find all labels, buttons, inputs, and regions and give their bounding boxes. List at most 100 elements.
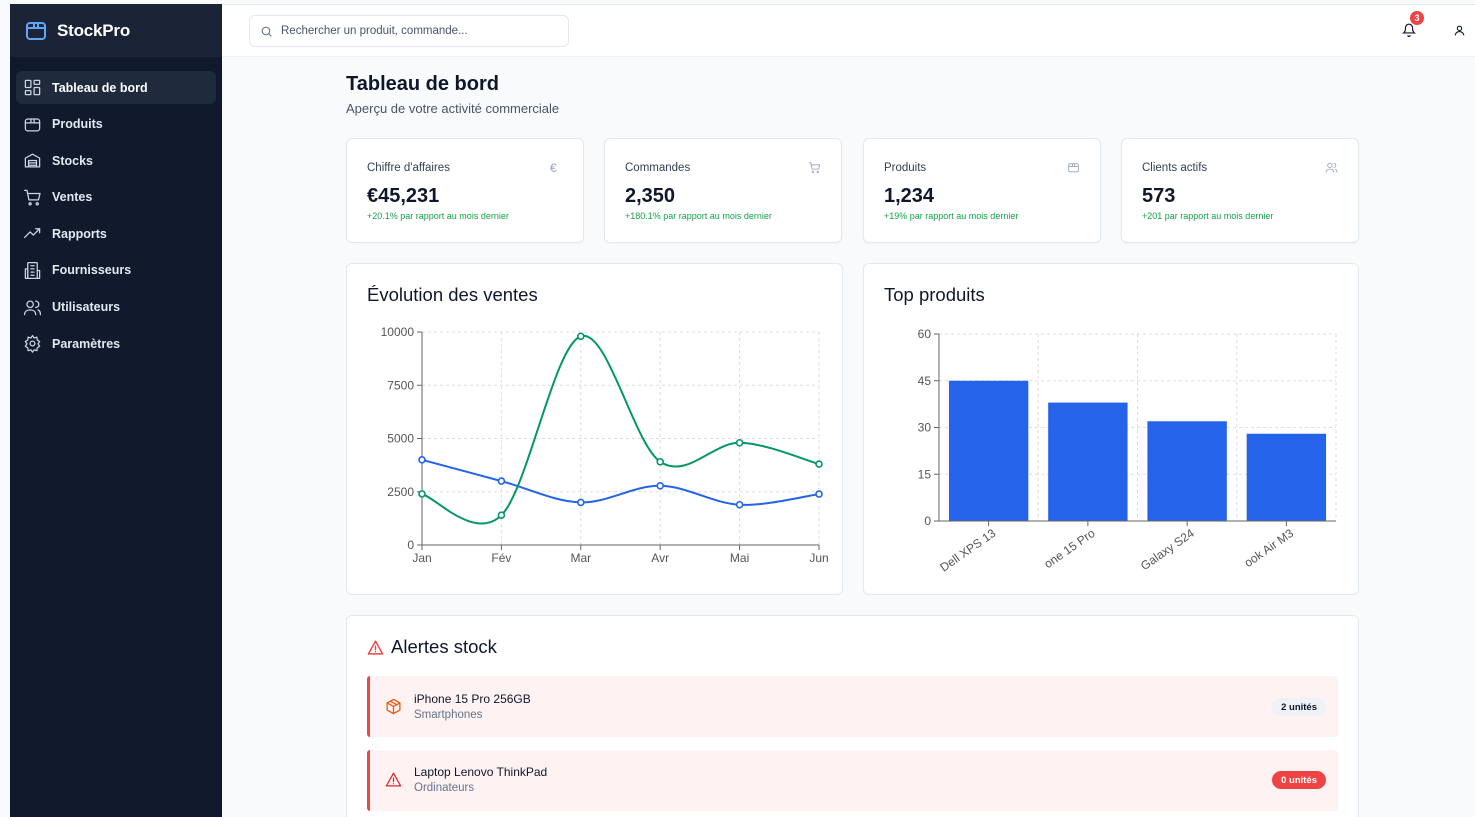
data-point	[577, 332, 585, 341]
package-logo-icon	[26, 21, 46, 40]
users-icon	[1325, 161, 1338, 174]
stock-quantity-badge: 2 unités	[1272, 698, 1326, 716]
euro-icon: €	[550, 161, 557, 175]
trending-up-icon	[23, 228, 41, 239]
x-tick-label: Jun	[809, 551, 828, 565]
stock-alert-item[interactable]: Laptop Lenovo ThinkPad Ordinateurs 0 uni…	[367, 750, 1338, 811]
sidebar-item-reports[interactable]: Rapports	[16, 217, 216, 250]
sidebar-item-label: Produits	[52, 117, 103, 132]
search-icon	[261, 26, 272, 37]
sidebar-item-label: Paramètres	[52, 336, 121, 351]
data-point	[656, 457, 665, 466]
sidebar-nav: Tableau de bord Produits Stocks Ventes R…	[10, 57, 222, 360]
stock-alerts-title: Alertes stock	[391, 636, 497, 657]
stat-value: 1,234	[884, 185, 935, 207]
series-line-1	[421, 335, 820, 525]
top-products-bar-chart: 0 15 30 45 60 Dell XPS 13 one 15 Pro Galaxy S24…	[918, 327, 1337, 575]
stat-label: Chiffre d'affaires	[367, 162, 450, 174]
y-tick-label: 5000	[387, 432, 414, 446]
warehouse-icon	[24, 153, 41, 168]
sidebar-item-label: Fournisseurs	[52, 263, 132, 278]
sidebar-item-label: Utilisateurs	[52, 300, 121, 315]
x-tick-label: Jan	[412, 551, 431, 565]
package-icon	[24, 117, 41, 132]
cart-icon	[23, 189, 41, 206]
bar	[1147, 421, 1227, 521]
stock-alerts-panel: Alertes stock iPhone 15 Pro 256GB Smartp…	[346, 615, 1359, 817]
data-point	[815, 490, 823, 498]
users-icon	[23, 300, 42, 315]
data-point	[815, 460, 823, 468]
sidebar-item-label: Tableau de bord	[52, 80, 148, 95]
notification-count-badge: 3	[1410, 11, 1424, 25]
stock-quantity-badge: 0 unités	[1272, 771, 1326, 789]
topbar: 3	[222, 4, 1475, 57]
sidebar-item-stocks[interactable]: Stocks	[16, 144, 216, 177]
brand[interactable]: StockPro	[10, 4, 222, 57]
app-name: StockPro	[57, 20, 131, 40]
y-tick-label: 60	[918, 327, 932, 341]
top-products-panel: Top produits 0 15 30 45 60 Dell XPS 13 one 15 …	[863, 263, 1359, 595]
x-tick-label: Fév	[491, 551, 511, 565]
x-tick-label: Mai	[730, 551, 749, 565]
sales-chart-panel: Évolution des ventes Jan Fév Mar Avr Mai Jun 0…	[346, 263, 843, 595]
sidebar-item-settings[interactable]: Paramètres	[16, 327, 216, 360]
stat-label: Clients actifs	[1142, 162, 1208, 174]
x-tick-label: Galaxy S24	[1138, 526, 1197, 573]
sidebar-item-users[interactable]: Utilisateurs	[16, 291, 216, 324]
user-icon	[1454, 25, 1465, 36]
search-input[interactable]	[281, 25, 551, 37]
alert-product-category: Ordinateurs	[414, 782, 475, 794]
sidebar-item-label: Stocks	[52, 153, 93, 168]
y-tick-label: 45	[918, 374, 932, 388]
page-title: Tableau de bord	[346, 73, 499, 95]
gear-icon	[24, 335, 41, 353]
sidebar-item-products[interactable]: Produits	[16, 108, 216, 141]
stat-value: 573	[1142, 185, 1176, 207]
x-tick-label: one 15 Pro	[1041, 526, 1097, 571]
sidebar-item-label: Ventes	[52, 190, 93, 205]
stat-label: Commandes	[625, 162, 691, 174]
sidebar-item-suppliers[interactable]: Fournisseurs	[16, 254, 216, 287]
building-icon	[24, 261, 41, 280]
sidebar-item-sales[interactable]: Ventes	[16, 181, 216, 214]
alert-product-name: iPhone 15 Pro 256GB	[414, 692, 531, 706]
notifications-button[interactable]: 3	[1401, 11, 1424, 39]
warning-icon	[385, 771, 402, 788]
data-point	[418, 490, 426, 498]
stat-change: +19% par rapport au mois dernier	[884, 211, 1019, 221]
bar	[1246, 433, 1327, 521]
y-tick-label: 30	[918, 421, 932, 435]
warning-icon	[367, 639, 384, 655]
y-tick-label: 15	[918, 467, 932, 481]
sidebar-item-dashboard[interactable]: Tableau de bord	[16, 71, 216, 104]
data-point	[735, 438, 744, 447]
data-point	[497, 511, 506, 520]
stat-card-revenue: Chiffre d'affaires € €45,231 +20.1% par …	[346, 138, 584, 243]
y-tick-label: 0	[407, 538, 414, 552]
data-point	[735, 500, 744, 509]
sales-line-chart: Jan Fév Mar Avr Mai Jun 0 2500 5000 7500 10000	[381, 325, 829, 565]
stat-change: +20.1% par rapport au mois dernier	[367, 211, 509, 221]
user-menu-button[interactable]	[1453, 24, 1466, 42]
alert-product-name: Laptop Lenovo ThinkPad	[414, 765, 548, 779]
stat-label: Produits	[884, 162, 927, 174]
stat-change: +180.1% par rapport au mois dernier	[625, 211, 772, 221]
search-box[interactable]	[249, 15, 569, 47]
page-subtitle: Aperçu de votre activité commerciale	[346, 101, 560, 116]
data-point	[497, 477, 506, 485]
stat-change: +201 par rapport au mois dernier	[1142, 211, 1274, 221]
data-point	[577, 498, 585, 507]
stock-alerts-header: Alertes stock	[367, 636, 497, 658]
stock-alert-item[interactable]: iPhone 15 Pro 256GB Smartphones 2 unités	[367, 676, 1338, 737]
y-tick-label: 7500	[387, 378, 414, 392]
stat-card-clients: Clients actifs 573 +201 par rapport au m…	[1121, 138, 1359, 243]
y-tick-label: 2500	[387, 485, 414, 499]
x-tick-label: Dell XPS 13	[937, 526, 998, 575]
x-tick-label: Avr	[651, 551, 669, 565]
cart-icon	[808, 161, 821, 174]
y-tick-label: 10000	[381, 325, 415, 339]
box-icon	[385, 698, 402, 715]
sidebar: StockPro Tableau de bord Produits Stocks…	[10, 4, 222, 817]
bar	[948, 380, 1029, 521]
